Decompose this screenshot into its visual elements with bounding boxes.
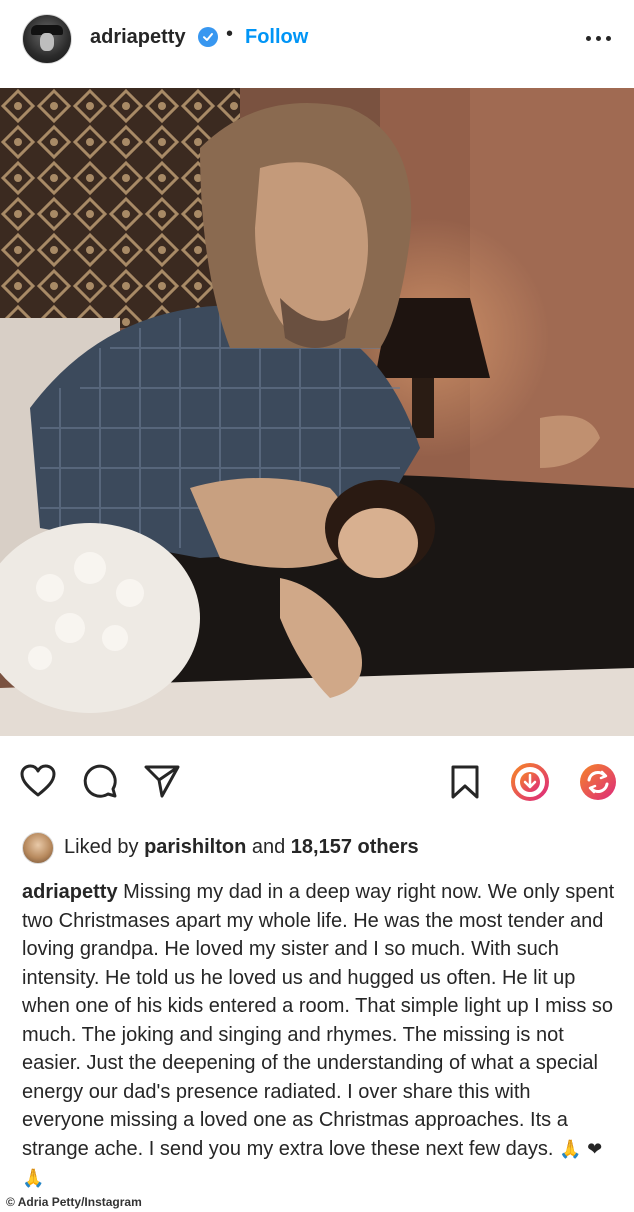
verified-badge-icon bbox=[198, 27, 218, 47]
post-header: adriapetty • Follow bbox=[0, 0, 634, 88]
likes-count[interactable]: 18,157 others bbox=[291, 836, 419, 858]
photo-credit: © Adria Petty/Instagram bbox=[0, 1192, 148, 1212]
photo-illustration bbox=[0, 88, 634, 736]
username[interactable]: adriapetty bbox=[90, 26, 186, 49]
post-caption: adriapetty Missing my dad in a deep way … bbox=[22, 878, 618, 1194]
bookmark-icon[interactable] bbox=[450, 764, 480, 800]
profile-avatar[interactable] bbox=[22, 14, 72, 64]
more-options-icon[interactable] bbox=[586, 28, 612, 48]
repost-icon[interactable] bbox=[578, 762, 618, 802]
post-photo[interactable] bbox=[0, 88, 634, 736]
download-icon[interactable] bbox=[510, 762, 550, 802]
liker-avatar[interactable] bbox=[22, 832, 54, 864]
likes-prefix: Liked by bbox=[64, 836, 139, 858]
separator-dot: • bbox=[226, 23, 234, 45]
heart-icon[interactable] bbox=[20, 764, 56, 798]
comment-icon[interactable] bbox=[82, 763, 118, 799]
caption-username[interactable]: adriapetty bbox=[22, 881, 118, 903]
follow-button[interactable]: Follow bbox=[245, 26, 308, 49]
action-bar bbox=[0, 752, 634, 812]
likes-text: Liked by parishilton and 18,157 others bbox=[64, 836, 419, 859]
likes-middle: and bbox=[251, 836, 286, 858]
send-icon[interactable] bbox=[144, 764, 180, 798]
caption-text: Missing my dad in a deep way right now. … bbox=[22, 881, 615, 1160]
liker-username[interactable]: parishilton bbox=[144, 836, 246, 858]
avatar-face bbox=[40, 33, 54, 51]
